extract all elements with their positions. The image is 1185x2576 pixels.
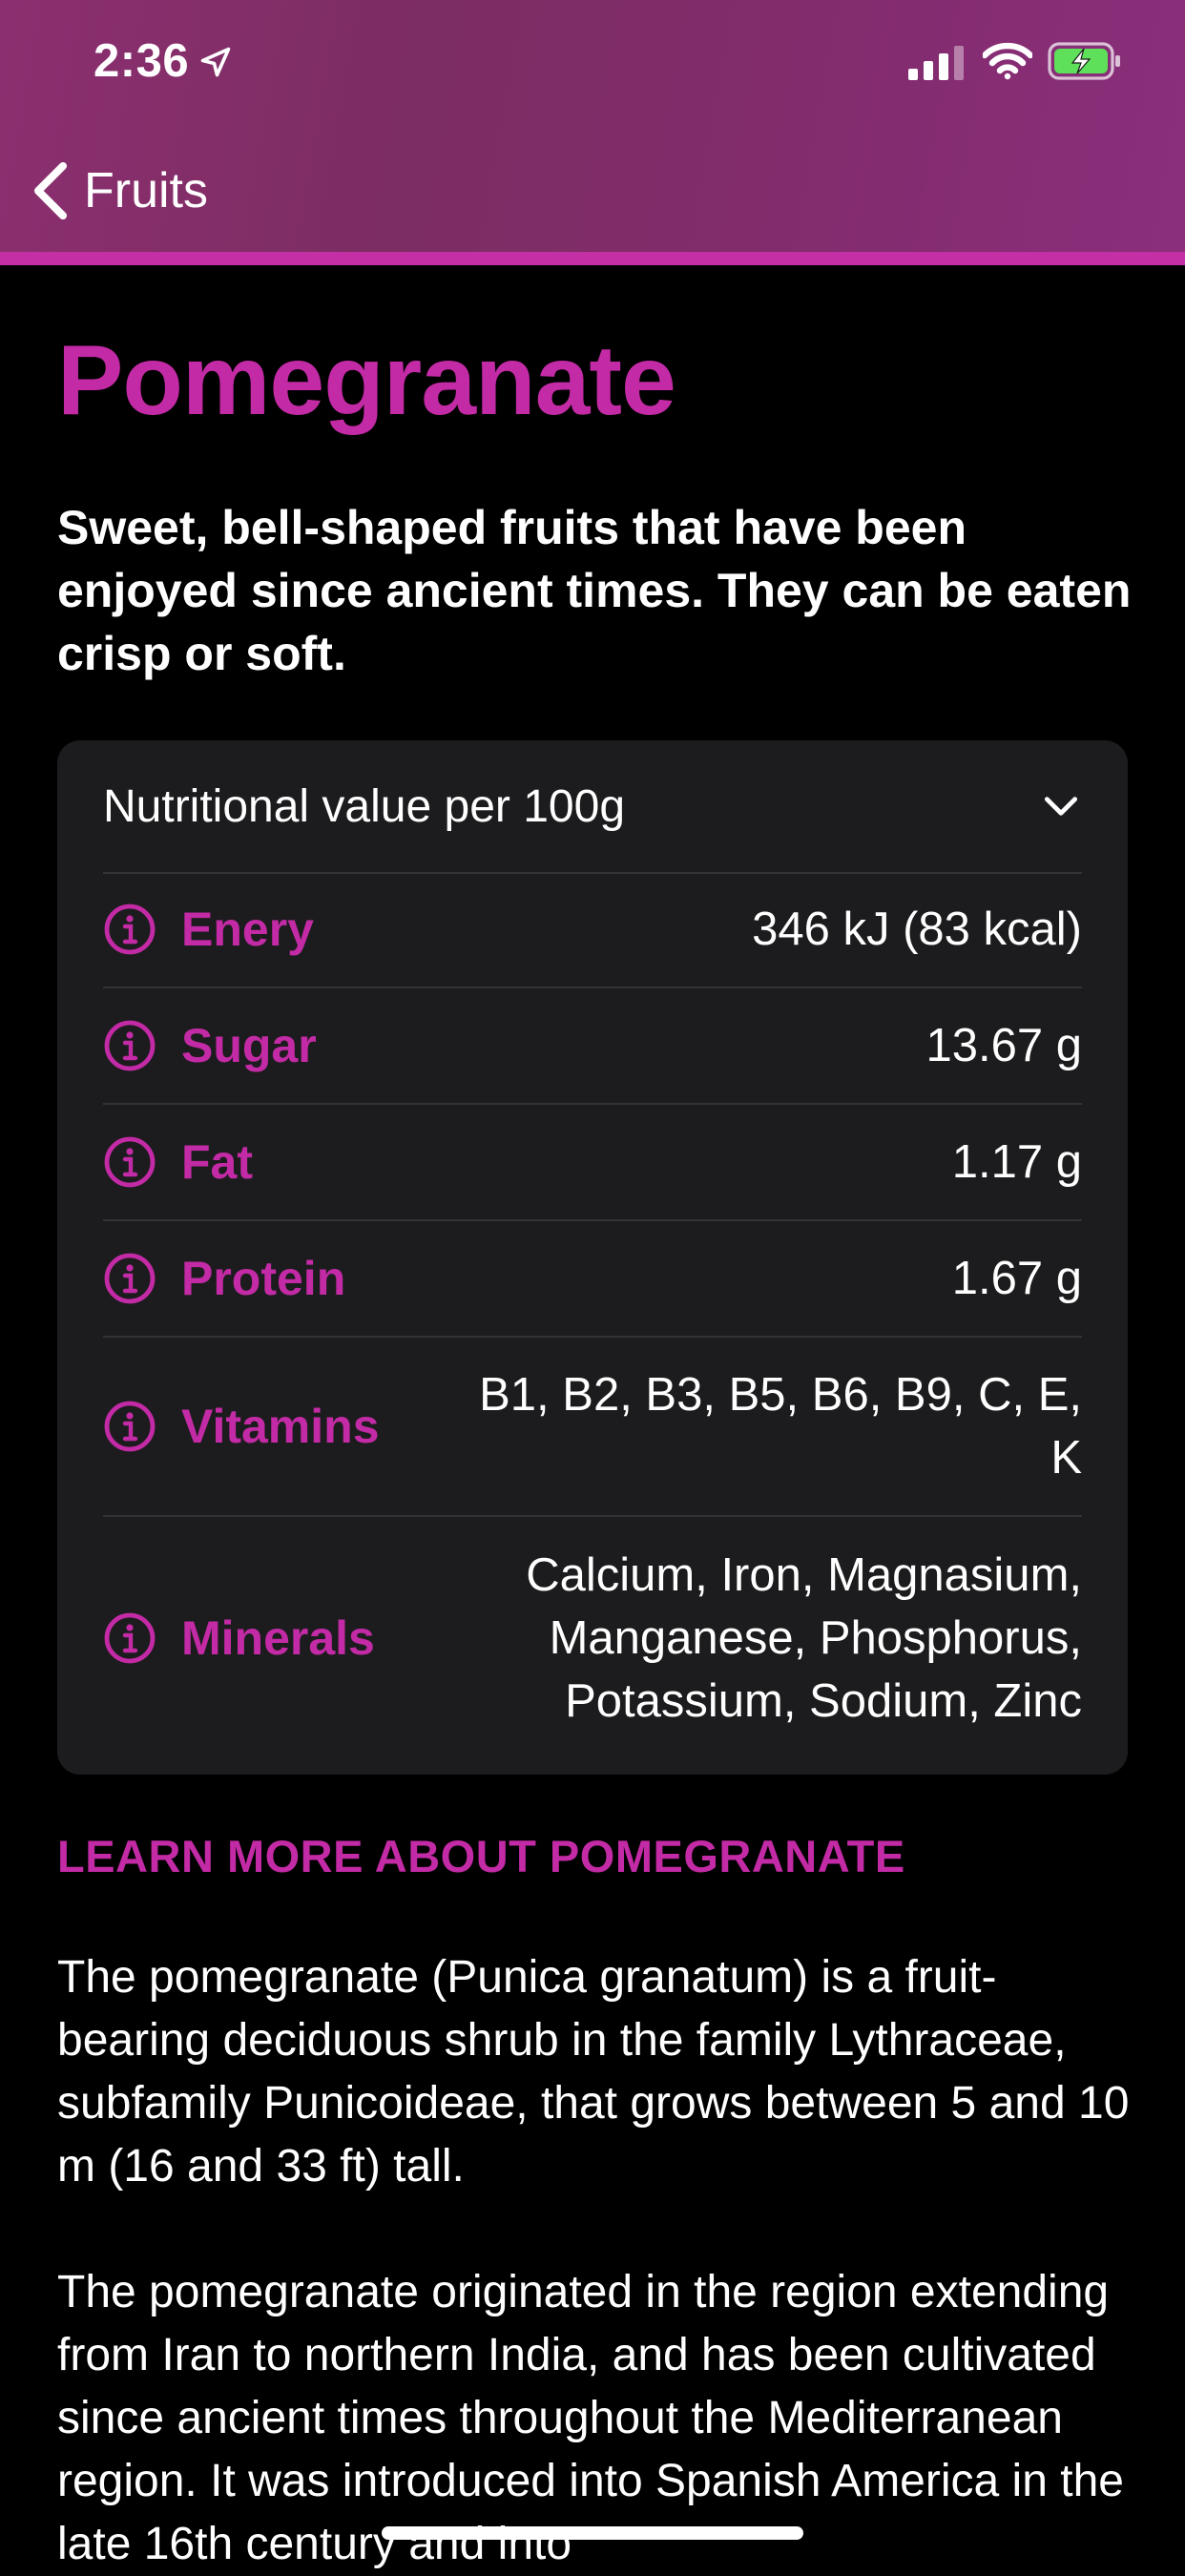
info-circle-icon[interactable] xyxy=(103,1019,156,1072)
nutrient-value: 1.17 g xyxy=(951,1136,1082,1188)
info-circle-icon[interactable] xyxy=(103,903,156,956)
nutrition-card: Nutritional value per 100g Enery 346 kJ … xyxy=(57,740,1128,1775)
nutrient-value: 346 kJ (83 kcal) xyxy=(752,904,1082,955)
nutrition-row-energy: Enery 346 kJ (83 kcal) xyxy=(103,872,1082,988)
nutrient-value: 13.67 g xyxy=(925,1020,1083,1071)
cellular-signal-icon xyxy=(908,46,964,80)
nav-accent-line xyxy=(0,252,1185,265)
nutrient-name: Sugar xyxy=(181,1019,317,1072)
info-circle-icon[interactable] xyxy=(103,1252,156,1305)
chevron-down-icon xyxy=(1044,797,1078,816)
page-title: Pomegranate xyxy=(57,325,676,436)
nutrient-name: Fat xyxy=(181,1135,253,1189)
learn-more-heading: LEARN MORE ABOUT POMEGRANATE xyxy=(57,1831,905,1881)
nutrient-name: Minerals xyxy=(181,1611,375,1665)
home-indicator[interactable] xyxy=(382,2526,803,2540)
info-circle-icon[interactable] xyxy=(103,1400,156,1453)
nutrient-name: Protein xyxy=(181,1252,346,1305)
nutrition-header-label: Nutritional value per 100g xyxy=(103,780,626,832)
back-button[interactable]: Fruits xyxy=(29,153,208,229)
nutrient-value: Calcium, Iron, Magnasium, Manganese, Pho… xyxy=(526,1549,1082,1727)
nutrient-value: B1, B2, B3, B5, B6, B9, C, E, K xyxy=(479,1369,1082,1484)
back-label: Fruits xyxy=(84,163,208,218)
location-arrow-icon xyxy=(200,47,231,77)
info-circle-icon[interactable] xyxy=(103,1611,156,1665)
nutrition-row-protein: Protein 1.67 g xyxy=(103,1221,1082,1338)
nutrition-row-fat: Fat 1.17 g xyxy=(103,1105,1082,1221)
nutrient-name: Enery xyxy=(181,903,314,956)
status-time: 2:36 xyxy=(94,35,190,87)
nutrition-row-sugar: Sugar 13.67 g xyxy=(103,988,1082,1105)
chevron-left-icon xyxy=(34,162,67,219)
info-circle-icon[interactable] xyxy=(103,1135,156,1189)
wifi-icon xyxy=(983,42,1032,80)
battery-charging-icon xyxy=(1048,42,1120,80)
nutrient-name: Vitamins xyxy=(181,1400,380,1453)
nutrition-disclosure[interactable]: Nutritional value per 100g xyxy=(103,740,1082,874)
page-subtitle: Sweet, bell-shaped fruits that have been… xyxy=(57,501,1132,680)
nutrition-row-minerals: Minerals Calcium, Iron, Magnasium, Manga… xyxy=(103,1517,1082,1759)
learn-more-paragraph: The pomegranate (Punica granatum) is a f… xyxy=(57,1952,1130,2192)
nutrition-row-vitamins: Vitamins B1, B2, B3, B5, B6, B9, C, E, K xyxy=(103,1338,1082,1517)
nutrient-value: 1.67 g xyxy=(951,1253,1082,1304)
